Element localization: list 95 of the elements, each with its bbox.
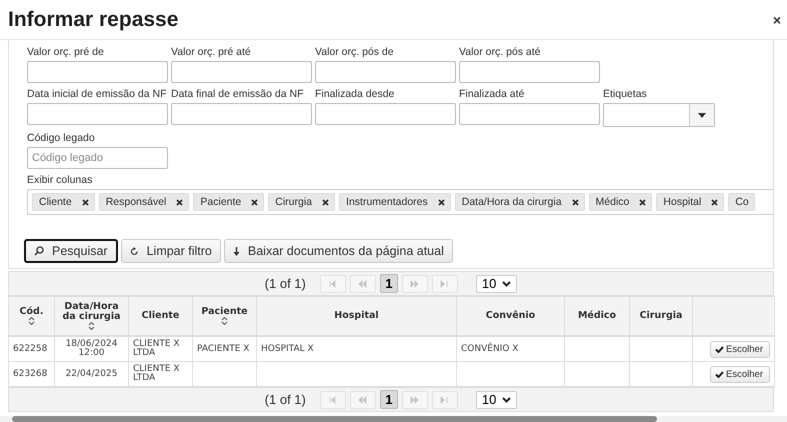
columns-field[interactable]: Cliente Responsável Paciente Cirurgia Instrumentadores Data/Hora da cirurgia Médico Hospital Co bbox=[27, 189, 773, 215]
field-label: Etiquetas bbox=[603, 87, 647, 102]
check-icon bbox=[715, 370, 724, 378]
page-status: (1 of 1) bbox=[264, 276, 306, 291]
table-cell: 622258 bbox=[8, 336, 54, 362]
table-cell bbox=[564, 336, 630, 362]
last-page-icon bbox=[440, 280, 450, 288]
field-label: Valor orç. pré até bbox=[171, 45, 251, 60]
next-page-icon bbox=[410, 280, 420, 288]
column-header: Médico bbox=[564, 296, 630, 336]
field-label: Data final de emissão da NF bbox=[171, 87, 304, 102]
table-cell: HOSPITAL X bbox=[256, 336, 456, 362]
remove-icon[interactable] bbox=[438, 198, 445, 206]
remove-icon[interactable] bbox=[639, 198, 646, 206]
column-tag: Data/Hora da cirurgia bbox=[454, 193, 585, 211]
prev-page-icon bbox=[358, 280, 368, 288]
last-page-button[interactable] bbox=[432, 274, 458, 292]
remove-icon[interactable] bbox=[176, 198, 184, 206]
remove-icon[interactable] bbox=[82, 198, 89, 206]
prev-page-icon bbox=[358, 396, 368, 404]
input-field[interactable] bbox=[459, 61, 600, 83]
first-page-icon bbox=[328, 280, 338, 288]
column-header: Hospital bbox=[256, 296, 456, 336]
field-label: Exibir colunas bbox=[27, 173, 94, 188]
field-label: Finalizada desde bbox=[315, 87, 394, 102]
table-cell: 18/06/2024 12:00 bbox=[54, 336, 128, 362]
field-label: Valor orç. pós até bbox=[459, 45, 541, 60]
column-tag: Responsável bbox=[98, 193, 190, 211]
first-page-button[interactable] bbox=[320, 390, 346, 408]
column-tag: Cirurgia bbox=[268, 193, 336, 211]
sort-icon[interactable] bbox=[88, 322, 95, 330]
prev-page-button[interactable] bbox=[350, 390, 376, 408]
table-cell: PACIENTE X bbox=[192, 336, 256, 362]
choose-button[interactable]: Escolher bbox=[710, 340, 770, 358]
column-header[interactable]: Cód. bbox=[8, 296, 54, 336]
first-page-icon bbox=[328, 396, 338, 404]
input-field[interactable] bbox=[171, 61, 312, 83]
first-page-button[interactable] bbox=[320, 274, 346, 292]
input-field[interactable]: Código legado bbox=[27, 147, 168, 169]
action-button[interactable]: Baixar documentos da página atual bbox=[224, 239, 453, 263]
input-field[interactable] bbox=[315, 103, 456, 125]
window-title: Informar repasse bbox=[8, 8, 178, 32]
page-size-select[interactable]: 10 bbox=[476, 274, 518, 292]
action-button[interactable]: Pesquisar bbox=[24, 239, 118, 263]
column-tag: Instrumentadores bbox=[339, 193, 451, 211]
input-field[interactable] bbox=[315, 61, 456, 83]
input-field[interactable] bbox=[27, 61, 168, 83]
close-button[interactable]: × bbox=[772, 12, 781, 28]
download-icon bbox=[232, 246, 240, 256]
remove-icon[interactable] bbox=[572, 198, 579, 206]
page-size-select[interactable]: 10 bbox=[476, 390, 518, 408]
remove-icon[interactable] bbox=[251, 198, 258, 206]
check-icon bbox=[715, 346, 724, 352]
tags-select[interactable] bbox=[603, 103, 715, 127]
field-label: Finalizada até bbox=[459, 87, 524, 102]
caret-icon bbox=[502, 280, 512, 286]
table-cell: CLIENTE X LTDA bbox=[128, 336, 192, 362]
next-page-icon bbox=[410, 396, 420, 404]
last-page-button[interactable] bbox=[432, 390, 458, 408]
next-page-button[interactable] bbox=[402, 390, 428, 408]
table-cell: CONVÊNIO X bbox=[456, 336, 564, 362]
horizontal-scrollbar[interactable] bbox=[0, 416, 787, 422]
column-tag: Médico bbox=[588, 193, 652, 211]
input-field[interactable] bbox=[27, 103, 168, 125]
column-tag: Cliente bbox=[32, 193, 95, 211]
action-button[interactable]: Limpar filtro bbox=[120, 239, 221, 263]
page-button[interactable]: 1 bbox=[380, 390, 398, 409]
choose-button[interactable]: Escolher bbox=[710, 366, 770, 382]
field-label: Valor orç. pré de bbox=[27, 45, 104, 60]
column-header: Cirurgia bbox=[630, 296, 692, 336]
field-label: Código legado bbox=[27, 131, 95, 146]
input-field[interactable] bbox=[171, 103, 312, 125]
column-tag: Hospital bbox=[656, 193, 724, 211]
remove-icon[interactable] bbox=[322, 198, 330, 206]
caret-icon bbox=[698, 112, 706, 118]
next-page-button[interactable] bbox=[402, 274, 428, 292]
input-field[interactable] bbox=[459, 103, 600, 125]
search-icon bbox=[34, 246, 44, 256]
last-page-icon bbox=[440, 396, 450, 404]
field-label: Valor orç. pós de bbox=[315, 45, 394, 60]
page-status: (1 of 1) bbox=[264, 392, 306, 407]
column-header[interactable]: Paciente bbox=[192, 296, 256, 336]
sort-icon[interactable] bbox=[28, 317, 35, 326]
column-tag: Paciente bbox=[193, 193, 264, 211]
column-header: Convênio bbox=[456, 296, 564, 336]
sort-icon[interactable] bbox=[221, 317, 228, 326]
page-button[interactable]: 1 bbox=[380, 274, 398, 293]
prev-page-button[interactable] bbox=[350, 274, 376, 292]
column-tag: Co bbox=[728, 193, 755, 211]
refresh-icon bbox=[130, 246, 139, 256]
column-header[interactable]: Data/Hora da cirurgia bbox=[54, 296, 128, 336]
caret-icon bbox=[502, 396, 512, 402]
field-label: Data inicial de emissão da NF bbox=[27, 87, 166, 102]
remove-icon[interactable] bbox=[711, 198, 718, 206]
column-header: Cliente bbox=[128, 296, 192, 336]
